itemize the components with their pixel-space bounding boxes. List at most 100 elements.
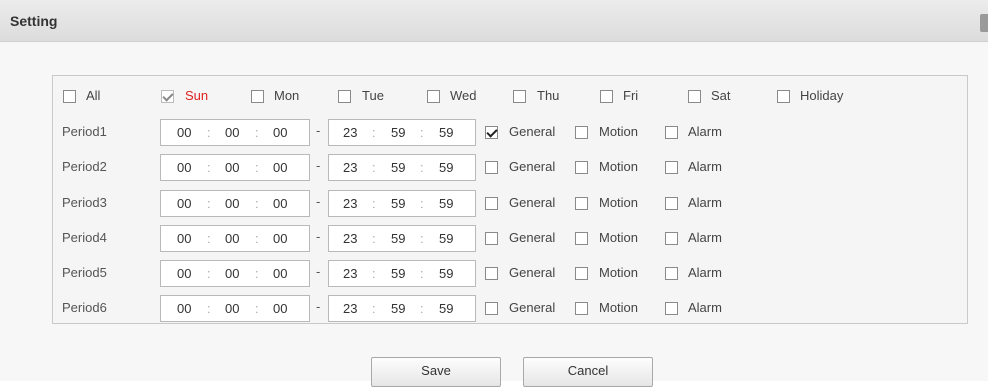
alarm-label: Alarm <box>688 265 722 280</box>
dialog-title: Setting <box>10 13 58 29</box>
schedule-panel: All Sun Mon Tue Wed Thu Fri Sat Holiday … <box>52 75 968 324</box>
checkbox-motion[interactable] <box>575 161 588 174</box>
save-button[interactable]: Save <box>371 357 501 387</box>
start-time-input[interactable]: 00:00:00 <box>160 190 310 217</box>
end-time-input[interactable]: 23:59:59 <box>328 260 476 287</box>
time-segment[interactable]: 59 <box>439 196 453 211</box>
checkbox-tue[interactable] <box>338 90 351 103</box>
start-time-input[interactable]: 00:00:00 <box>160 119 310 146</box>
motion-label: Motion <box>599 265 639 280</box>
checkbox-general[interactable] <box>485 232 498 245</box>
checkbox-motion[interactable] <box>575 126 588 139</box>
checkbox-alarm[interactable] <box>665 232 678 245</box>
time-segment[interactable]: 00 <box>177 301 191 316</box>
time-segment[interactable]: 59 <box>439 301 453 316</box>
checkbox-alarm[interactable] <box>665 197 678 210</box>
checkbox-sun[interactable] <box>161 90 174 103</box>
time-separator: : <box>207 196 211 211</box>
checkbox-general[interactable] <box>485 197 498 210</box>
checkbox-wed[interactable] <box>427 90 440 103</box>
cancel-button[interactable]: Cancel <box>523 357 653 387</box>
time-separator: : <box>420 266 424 281</box>
time-segment[interactable]: 00 <box>273 231 287 246</box>
time-segment[interactable]: 00 <box>177 160 191 175</box>
checkbox-general[interactable] <box>485 161 498 174</box>
checkbox-motion[interactable] <box>575 302 588 315</box>
end-time-input[interactable]: 23:59:59 <box>328 225 476 252</box>
checkbox-general[interactable] <box>485 267 498 280</box>
general-label: General <box>509 300 556 315</box>
time-segment[interactable]: 59 <box>439 125 453 140</box>
time-segment[interactable]: 00 <box>225 266 239 281</box>
range-separator: - <box>316 299 321 314</box>
time-separator: : <box>207 301 211 316</box>
time-segment[interactable]: 00 <box>273 266 287 281</box>
time-segment[interactable]: 00 <box>273 301 287 316</box>
time-segment[interactable]: 00 <box>273 196 287 211</box>
time-separator: : <box>420 196 424 211</box>
time-segment[interactable]: 59 <box>439 231 453 246</box>
time-segment[interactable]: 59 <box>439 266 453 281</box>
checkbox-motion[interactable] <box>575 232 588 245</box>
time-segment[interactable]: 00 <box>177 125 191 140</box>
time-segment[interactable]: 59 <box>391 196 405 211</box>
day-selection-row: All Sun Mon Tue Wed Thu Fri Sat Holiday <box>53 81 967 111</box>
checkbox-motion[interactable] <box>575 197 588 210</box>
time-segment[interactable]: 23 <box>343 125 357 140</box>
checkbox-all[interactable] <box>63 90 76 103</box>
checkbox-fri[interactable] <box>600 90 613 103</box>
checkbox-general[interactable] <box>485 126 498 139</box>
time-segment[interactable]: 00 <box>225 231 239 246</box>
time-segment[interactable]: 00 <box>177 196 191 211</box>
time-segment[interactable]: 00 <box>177 231 191 246</box>
time-segment[interactable]: 23 <box>343 301 357 316</box>
time-segment[interactable]: 00 <box>273 160 287 175</box>
time-segment[interactable]: 00 <box>225 160 239 175</box>
start-time-input[interactable]: 00:00:00 <box>160 154 310 181</box>
period-label: Period3 <box>62 195 107 210</box>
end-time-input[interactable]: 23:59:59 <box>328 154 476 181</box>
time-segment[interactable]: 00 <box>225 196 239 211</box>
end-time-input[interactable]: 23:59:59 <box>328 190 476 217</box>
checkbox-thu[interactable] <box>513 90 526 103</box>
day-label-thu: Thu <box>537 88 560 103</box>
checkbox-holiday[interactable] <box>777 90 790 103</box>
time-segment[interactable]: 59 <box>439 160 453 175</box>
time-segment[interactable]: 59 <box>391 231 405 246</box>
motion-label: Motion <box>599 300 639 315</box>
start-time-input[interactable]: 00:00:00 <box>160 295 310 322</box>
time-segment[interactable]: 23 <box>343 231 357 246</box>
checkbox-motion[interactable] <box>575 267 588 280</box>
period-label: Period5 <box>62 265 107 280</box>
alarm-label: Alarm <box>688 195 722 210</box>
start-time-input[interactable]: 00:00:00 <box>160 225 310 252</box>
time-segment[interactable]: 00 <box>273 125 287 140</box>
checkbox-mon[interactable] <box>251 90 264 103</box>
checkbox-alarm[interactable] <box>665 302 678 315</box>
start-time-input[interactable]: 00:00:00 <box>160 260 310 287</box>
end-time-input[interactable]: 23:59:59 <box>328 119 476 146</box>
close-icon[interactable] <box>980 14 988 32</box>
time-segment[interactable]: 59 <box>391 125 405 140</box>
end-time-input[interactable]: 23:59:59 <box>328 295 476 322</box>
time-segment[interactable]: 23 <box>343 196 357 211</box>
time-separator: : <box>207 125 211 140</box>
time-separator: : <box>372 160 376 175</box>
time-segment[interactable]: 00 <box>177 266 191 281</box>
time-segment[interactable]: 59 <box>391 301 405 316</box>
time-segment[interactable]: 23 <box>343 160 357 175</box>
setting-dialog: Setting All Sun Mon Tue Wed Thu Fri Sat … <box>0 0 988 387</box>
checkbox-alarm[interactable] <box>665 126 678 139</box>
time-separator: : <box>420 231 424 246</box>
checkbox-general[interactable] <box>485 302 498 315</box>
checkbox-alarm[interactable] <box>665 267 678 280</box>
time-segment[interactable]: 23 <box>343 266 357 281</box>
time-segment[interactable]: 59 <box>391 160 405 175</box>
day-label-wed: Wed <box>450 88 477 103</box>
checkbox-alarm[interactable] <box>665 161 678 174</box>
time-segment[interactable]: 00 <box>225 301 239 316</box>
time-segment[interactable]: 00 <box>225 125 239 140</box>
time-segment[interactable]: 59 <box>391 266 405 281</box>
day-label-sat: Sat <box>711 88 731 103</box>
checkbox-sat[interactable] <box>688 90 701 103</box>
